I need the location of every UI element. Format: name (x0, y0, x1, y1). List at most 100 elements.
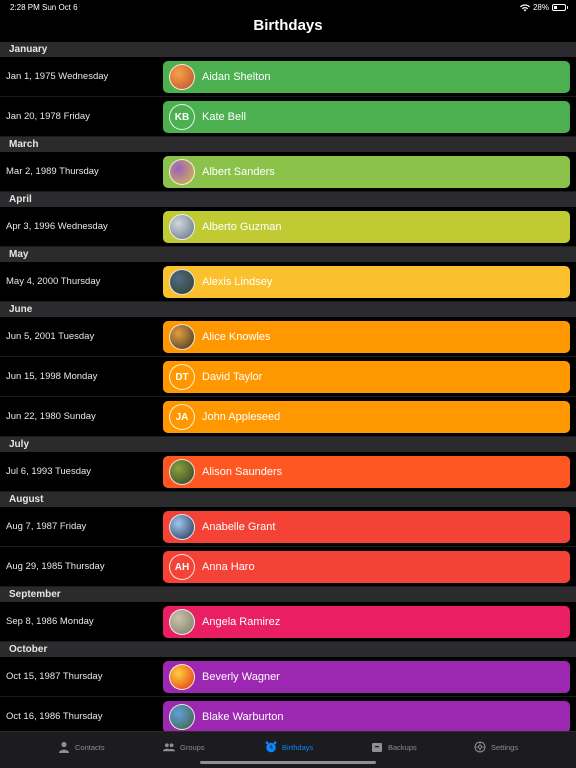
list-item[interactable]: Mar 2, 1989 Thursday Albert Sanders (0, 152, 576, 192)
avatar-initials: JA (169, 404, 195, 430)
contact-name: David Taylor (202, 371, 263, 383)
list-item[interactable]: May 4, 2000 Thursday Alexis Lindsey (0, 262, 576, 302)
contact-pill[interactable]: Alison Saunders (163, 456, 570, 488)
tab-contacts[interactable]: Contacts (58, 740, 105, 754)
contact-name: Beverly Wagner (202, 671, 280, 683)
list-item[interactable]: Jun 15, 1998 Monday DT David Taylor (0, 357, 576, 397)
avatar-initials: KB (169, 104, 195, 130)
avatar-photo (169, 609, 195, 635)
birthday-date: Oct 16, 1986 Thursday (6, 711, 103, 722)
contact-name: Aidan Shelton (202, 71, 271, 83)
person-icon (58, 741, 70, 753)
avatar-photo (169, 704, 195, 730)
birthday-date: Aug 29, 1985 Thursday (6, 561, 105, 572)
contact-pill[interactable]: Alexis Lindsey (163, 266, 570, 298)
contact-name: Alberto Guzman (202, 221, 282, 233)
contact-pill[interactable]: Aidan Shelton (163, 61, 570, 93)
wifi-icon (519, 3, 530, 11)
alarm-clock-icon (265, 741, 277, 753)
status-right: 28% (519, 3, 568, 12)
birthday-date: Aug 7, 1987 Friday (6, 521, 87, 532)
tab-backups[interactable]: Backups (371, 740, 417, 754)
list-item[interactable]: Aug 7, 1987 Friday Anabelle Grant (0, 507, 576, 547)
section-header: April (0, 192, 576, 207)
list-item[interactable]: Oct 16, 1986 Thursday Blake Warburton (0, 697, 576, 731)
tab-bar: Contacts Groups Birthdays Backups Settings (0, 731, 576, 768)
birthday-date: Apr 3, 1996 Wednesday (6, 221, 108, 232)
tab-label: Groups (180, 742, 205, 752)
contact-name: Anabelle Grant (202, 521, 276, 533)
status-time: 2:28 PM (10, 3, 40, 12)
list-item[interactable]: Jul 6, 1993 Tuesday Alison Saunders (0, 452, 576, 492)
birthday-date: Mar 2, 1989 Thursday (6, 166, 99, 177)
section-header: July (0, 437, 576, 452)
list-item[interactable]: Jun 5, 2001 Tuesday Alice Knowles (0, 317, 576, 357)
tab-label: Contacts (75, 742, 105, 752)
tab-birthdays[interactable]: Birthdays (265, 740, 313, 754)
status-bar: 2:28 PM Sun Oct 6 28% (0, 0, 576, 14)
contact-pill[interactable]: Anabelle Grant (163, 511, 570, 543)
section-header: October (0, 642, 576, 657)
people-icon (163, 741, 175, 753)
section-header: March (0, 137, 576, 152)
avatar-photo (169, 664, 195, 690)
tab-label: Birthdays (282, 742, 314, 752)
list-item[interactable]: Aug 29, 1985 Thursday AH Anna Haro (0, 547, 576, 587)
avatar-photo (169, 324, 195, 350)
tab-label: Settings (491, 742, 519, 752)
avatar-photo (169, 64, 195, 90)
tab-label: Backups (388, 742, 417, 752)
section-header: August (0, 492, 576, 507)
birthday-list[interactable]: January Jan 1, 1975 Wednesday Aidan Shelto… (0, 42, 576, 731)
contact-name: Kate Bell (202, 111, 247, 123)
avatar-photo (169, 269, 195, 295)
contact-name: Alison Saunders (202, 466, 283, 478)
contact-name: Angela Ramirez (202, 616, 281, 628)
avatar-photo (169, 514, 195, 540)
status-date: Sun Oct 6 (42, 3, 78, 12)
avatar-photo (169, 159, 195, 185)
contact-name: John Appleseed (202, 411, 281, 423)
contact-pill[interactable]: Blake Warburton (163, 701, 570, 731)
birthday-date: Jun 15, 1998 Monday (6, 371, 98, 382)
list-item[interactable]: Apr 3, 1996 Wednesday Alberto Guzman (0, 207, 576, 247)
archive-box-icon (371, 741, 383, 753)
avatar-photo (169, 459, 195, 485)
contact-pill[interactable]: KB Kate Bell (163, 101, 570, 133)
contact-pill[interactable]: Alice Knowles (163, 321, 570, 353)
birthday-date: Jan 20, 1978 Friday (6, 111, 90, 122)
list-item[interactable]: Oct 15, 1987 Thursday Beverly Wagner (0, 657, 576, 697)
section-header: June (0, 302, 576, 317)
tab-groups[interactable]: Groups (163, 740, 205, 754)
birthday-date: Oct 15, 1987 Thursday (6, 671, 103, 682)
avatar-initials: AH (169, 554, 195, 580)
list-item[interactable]: Sep 8, 1986 Monday Angela Ramirez (0, 602, 576, 642)
birthday-date: Jan 1, 1975 Wednesday (6, 71, 109, 82)
contact-pill[interactable]: AH Anna Haro (163, 551, 570, 583)
list-item[interactable]: Jun 22, 1980 Sunday JA John Appleseed (0, 397, 576, 437)
contact-name: Blake Warburton (202, 711, 284, 723)
avatar-initials: DT (169, 364, 195, 390)
birthday-date: Sep 8, 1986 Monday (6, 616, 94, 627)
battery-percent: 28% (532, 3, 549, 12)
contact-pill[interactable]: Angela Ramirez (163, 606, 570, 638)
birthday-date: Jun 5, 2001 Tuesday (6, 331, 95, 342)
tab-settings[interactable]: Settings (474, 740, 518, 754)
contact-pill[interactable]: Albert Sanders (163, 156, 570, 188)
section-header: May (0, 247, 576, 262)
list-item[interactable]: Jan 1, 1975 Wednesday Aidan Shelton (0, 57, 576, 97)
list-item[interactable]: Jan 20, 1978 Friday KB Kate Bell (0, 97, 576, 137)
section-header: September (0, 587, 576, 602)
contact-pill[interactable]: JA John Appleseed (163, 401, 570, 433)
section-header: January (0, 42, 576, 57)
contact-pill[interactable]: Beverly Wagner (163, 661, 570, 693)
contact-pill[interactable]: DT David Taylor (163, 361, 570, 393)
avatar-photo (169, 214, 195, 240)
battery-icon (552, 4, 568, 11)
home-indicator (200, 761, 376, 764)
gear-icon (474, 741, 486, 753)
birthday-date: Jul 6, 1993 Tuesday (6, 466, 92, 477)
contact-name: Anna Haro (202, 561, 255, 573)
contact-pill[interactable]: Alberto Guzman (163, 211, 570, 243)
contact-name: Alexis Lindsey (202, 276, 273, 288)
